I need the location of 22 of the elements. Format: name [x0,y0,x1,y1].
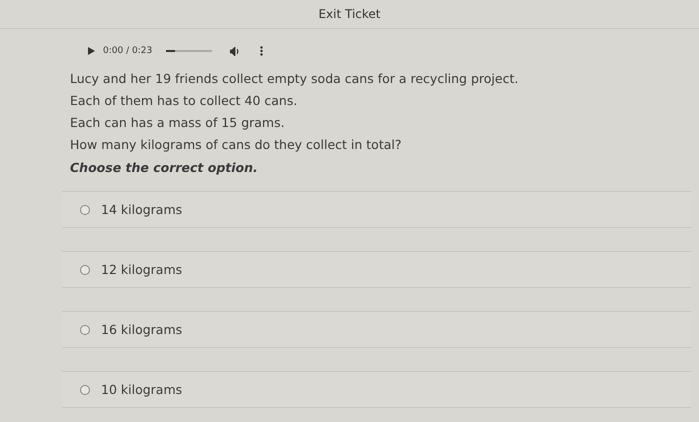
answer-option[interactable]: 16 kilograms [62,311,691,348]
more-icon[interactable] [260,46,264,56]
play-icon[interactable] [88,47,95,55]
answer-option[interactable]: 10 kilograms [62,371,691,408]
radio-button[interactable] [80,204,90,214]
option-label: 16 kilograms [101,322,182,337]
question-text: Lucy and her 19 friends collect empty soda cans for a recycling project. [70,71,520,86]
option-label: 12 kilograms [101,262,182,277]
answer-option[interactable]: 14 kilograms [62,191,691,228]
instruction-text: Choose the correct option. [70,160,259,175]
radio-button[interactable] [80,324,90,334]
radio-button[interactable] [80,264,90,274]
volume-icon[interactable] [230,46,240,56]
question-text: How many kilograms of cans do they collect in total? [70,137,402,152]
answer-option[interactable]: 12 kilograms [62,251,691,288]
question-text: Each of them has to collect 40 cans. [70,93,298,108]
option-label: 10 kilograms [101,382,182,397]
page-title: Exit Ticket [318,7,381,21]
audio-time: 0:00 / 0:23 [103,46,152,56]
radio-button[interactable] [80,384,90,394]
question-text: Each can has a mass of 15 grams. [70,115,286,130]
option-label: 14 kilograms [101,202,182,217]
